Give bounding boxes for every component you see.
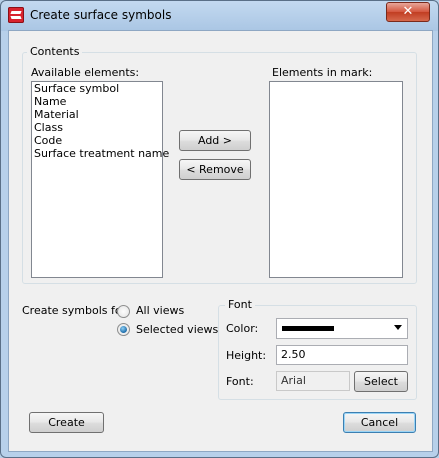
dialog-window: Create surface symbols ✕ Contents Availa… <box>0 0 439 458</box>
color-label: Color: <box>226 322 259 335</box>
list-item[interactable]: Class <box>32 121 162 134</box>
font-label: Font: <box>226 375 254 388</box>
height-field[interactable]: 2.50 <box>276 345 408 365</box>
cancel-button[interactable]: Cancel <box>343 412 416 433</box>
available-elements-label: Available elements: <box>31 66 140 79</box>
create-button[interactable]: Create <box>29 412 104 433</box>
contents-groupbox: Contents Available elements: Surface sym… <box>22 45 417 284</box>
list-item[interactable]: Surface symbol <box>32 82 162 95</box>
font-groupbox: Font Color: Height: 2.50 Font: Arial Sel… <box>218 298 417 400</box>
close-button[interactable]: ✕ <box>386 2 430 22</box>
window-title: Create surface symbols <box>30 8 172 22</box>
list-item[interactable]: Surface treatment name <box>32 147 169 160</box>
create-symbols-for-label: Create symbols for: <box>22 304 130 317</box>
select-font-button[interactable]: Select <box>354 371 408 392</box>
selected-views-label[interactable]: Selected views <box>136 323 218 336</box>
color-dropdown[interactable] <box>276 318 408 339</box>
contents-group-label: Contents <box>27 45 83 58</box>
chevron-down-icon <box>394 325 402 330</box>
font-name-field: Arial <box>276 371 350 391</box>
list-item[interactable]: Name <box>32 95 162 108</box>
add-button[interactable]: Add > <box>179 130 251 151</box>
remove-button[interactable]: < Remove <box>179 159 251 180</box>
font-group-label: Font <box>225 298 255 311</box>
dialog-client-area: Contents Available elements: Surface sym… <box>8 30 433 452</box>
color-swatch <box>282 326 334 331</box>
list-item[interactable]: Code <box>32 134 162 147</box>
elements-in-mark-label: Elements in mark: <box>272 66 373 79</box>
title-bar[interactable]: Create surface symbols ✕ <box>1 1 438 29</box>
app-icon <box>8 7 24 23</box>
height-label: Height: <box>226 349 267 362</box>
all-views-label[interactable]: All views <box>136 304 184 317</box>
list-item[interactable]: Material <box>32 108 162 121</box>
elements-in-mark-list[interactable] <box>269 81 403 278</box>
selected-views-radio[interactable] <box>117 323 130 336</box>
all-views-radio[interactable] <box>117 305 130 318</box>
available-elements-list[interactable]: Surface symbol Name Material Class Code Surfa… <box>31 81 169 278</box>
close-icon: ✕ <box>402 4 414 19</box>
